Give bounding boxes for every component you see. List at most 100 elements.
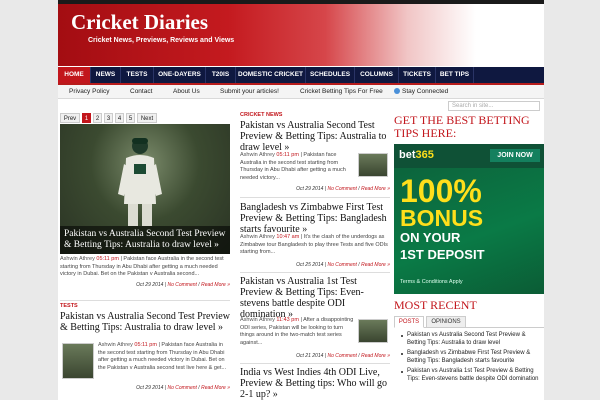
ad-terms: Terms & Conditions Apply — [400, 279, 463, 285]
site-title[interactable]: Cricket Diaries — [71, 10, 208, 35]
pager-page-3[interactable]: 3 — [104, 113, 113, 123]
post-date: Oct 25 2014 — [296, 262, 324, 268]
nav-domestic-cricket[interactable]: DOMESTIC CRICKET — [236, 67, 306, 83]
post-date: Oct 29 2014 — [296, 186, 324, 192]
comments-link[interactable]: No Comment — [327, 353, 356, 359]
post-time: 05:11 pm — [134, 342, 157, 348]
read-more-link[interactable]: Read More » — [361, 262, 390, 268]
post-title[interactable]: Pakistan vs Australia 1st Test Preview &… — [240, 276, 390, 320]
bet365-ad-banner[interactable]: bet365 JOIN NOW 100% BONUS ON YOUR 1ST D… — [394, 144, 544, 294]
nav-one-dayers[interactable]: ONE-DAYERS — [154, 67, 206, 83]
post-author[interactable]: Ashwin Athrey — [60, 256, 95, 262]
mid-post-2: Bangladesh vs Zimbabwe First Test Previe… — [240, 202, 390, 235]
comments-link[interactable]: No Comment — [327, 186, 356, 192]
list-item[interactable]: Pakistan vs Australia 1st Test Preview &… — [394, 368, 544, 383]
post-time: 10:47 am — [276, 234, 300, 240]
post-date: Oct 21 2014 — [296, 353, 324, 359]
post-date: Oct 29 2014 — [136, 281, 164, 288]
post-title[interactable]: Bangladesh vs Zimbabwe First Test Previe… — [240, 202, 390, 235]
pager-page-4[interactable]: 4 — [115, 113, 124, 123]
featured-summary: Ashwin Athrey 05:11 pm | Pakistan face A… — [60, 256, 230, 288]
subnav-about-us[interactable]: About Us — [173, 85, 200, 99]
page: Cricket Diaries Cricket News, Previews, … — [58, 0, 544, 400]
ad-line-1: ON YOUR — [400, 230, 461, 245]
pager-prev[interactable]: Prev — [60, 113, 80, 123]
cricketer-photo — [118, 138, 162, 226]
list-item[interactable]: Pakistan vs Australia Second Test Previe… — [394, 332, 544, 347]
divider — [60, 300, 230, 301]
ad-bonus: BONUS — [400, 205, 484, 231]
mid-post-3: Pakistan vs Australia 1st Test Preview &… — [240, 276, 390, 320]
mid-post-1-excerpt: Ashwin Athrey 05:11 pm | Pakistan face A… — [240, 152, 346, 181]
tab-posts[interactable]: POSTS — [394, 316, 424, 328]
subnav-betting-tips[interactable]: Cricket Betting Tips For Free — [300, 85, 383, 99]
bet365-logo: bet365 — [399, 149, 434, 161]
subnav-submit-articles[interactable]: Submit your articles! — [220, 85, 279, 99]
pager-page-1[interactable]: 1 — [82, 113, 91, 123]
subnav-stay-connected[interactable]: Stay Connected — [394, 85, 448, 99]
ad-percent: 100% — [400, 173, 482, 209]
main-nav: HOME NEWS TESTS ONE-DAYERS T20IS DOMESTI… — [58, 67, 544, 85]
post-time: 05:11 pm — [276, 152, 299, 158]
subnav-privacy-policy[interactable]: Privacy Policy — [69, 85, 109, 99]
post-thumbnail[interactable] — [358, 319, 388, 343]
bet-tips-heading: GET THE BEST BETTING TIPS HERE: — [394, 113, 530, 140]
post-author[interactable]: Ashwin Athrey — [240, 317, 275, 323]
post-author[interactable]: Ashwin Athrey — [98, 342, 133, 348]
nav-columns[interactable]: COLUMNS — [355, 67, 399, 83]
globe-icon — [394, 88, 400, 95]
featured-caption[interactable]: Pakistan vs Australia Second Test Previe… — [60, 226, 230, 254]
featured-excerpt: Ashwin Athrey 05:11 pm | Pakistan face A… — [60, 256, 224, 277]
read-more-link[interactable]: Read More » — [201, 385, 230, 391]
read-more-link[interactable]: Read More » — [201, 282, 230, 288]
recent-tabs: POSTS OPINIONS — [394, 316, 544, 328]
pager-page-5[interactable]: 5 — [126, 113, 135, 123]
tab-opinions[interactable]: OPINIONS — [426, 316, 466, 328]
nav-tests[interactable]: TESTS — [121, 67, 154, 83]
read-more-link[interactable]: Read More » — [361, 353, 390, 359]
nav-news[interactable]: NEWS — [91, 67, 121, 83]
post-thumbnail[interactable] — [62, 343, 94, 379]
site-tagline: Cricket News, Previews, Reviews and View… — [88, 37, 235, 44]
post-title[interactable]: India vs West Indies 4th ODI Live, Previ… — [240, 367, 390, 400]
mid-category[interactable]: CRICKET NEWS — [240, 112, 282, 118]
nav-bet-tips[interactable]: BET TIPS — [436, 67, 474, 83]
post-footer: Oct 21 2014 | No Comment / Read More » — [296, 353, 390, 359]
join-now-button[interactable]: JOIN NOW — [490, 149, 540, 162]
post-footer: Oct 29 2014 | No Comment / Read More » — [136, 385, 230, 391]
post-title[interactable]: Pakistan vs Australia Second Test Previe… — [240, 120, 390, 153]
mid-post-3-excerpt: Ashwin Athrey 11:43 pm | After a disappo… — [240, 317, 354, 346]
comments-link[interactable]: No Comment — [167, 385, 196, 391]
stay-connected-label: Stay Connected — [402, 88, 449, 95]
divider — [240, 272, 390, 273]
divider — [240, 363, 390, 364]
nav-schedules[interactable]: SCHEDULES — [306, 67, 355, 83]
post-category[interactable]: TESTS — [60, 303, 230, 309]
mid-post-2-excerpt: Ashwin Athrey 10:47 am | It's the clash … — [240, 234, 388, 255]
nav-tickets[interactable]: TICKETS — [399, 67, 436, 83]
post-author[interactable]: Ashwin Athrey — [240, 152, 275, 158]
post-author[interactable]: Ashwin Athrey — [240, 234, 275, 240]
post-footer: Oct 29 2014 | No Comment / Read More » — [136, 281, 230, 288]
featured-slide[interactable]: Pakistan vs Australia Second Test Previe… — [60, 124, 230, 254]
read-more-link[interactable]: Read More » — [361, 186, 390, 192]
search-input[interactable]: Search in site... — [448, 101, 540, 111]
ad-line-2: 1ST DEPOSIT — [400, 247, 485, 262]
subnav-contact[interactable]: Contact — [130, 85, 152, 99]
divider — [240, 197, 390, 198]
comments-link[interactable]: No Comment — [327, 262, 356, 268]
post-thumbnail[interactable] — [358, 153, 388, 177]
post-time: 11:43 pm — [276, 317, 299, 323]
post-time: 05:11 pm — [96, 256, 119, 262]
post-title[interactable]: Pakistan vs Australia Second Test Previe… — [60, 311, 230, 333]
comments-link[interactable]: No Comment — [167, 282, 196, 288]
pager-next[interactable]: Next — [137, 113, 157, 123]
pager-page-2[interactable]: 2 — [93, 113, 102, 123]
list-item[interactable]: Bangladesh vs Zimbabwe First Test Previe… — [394, 350, 544, 365]
recent-list: Pakistan vs Australia Second Test Previe… — [394, 332, 544, 386]
site-header: Cricket Diaries Cricket News, Previews, … — [58, 4, 544, 66]
secondary-nav: Privacy Policy Contact About Us Submit y… — [58, 85, 544, 99]
nav-home[interactable]: HOME — [58, 67, 91, 83]
nav-t20is[interactable]: T20IS — [206, 67, 236, 83]
mid-post-4: India vs West Indies 4th ODI Live, Previ… — [240, 367, 390, 400]
